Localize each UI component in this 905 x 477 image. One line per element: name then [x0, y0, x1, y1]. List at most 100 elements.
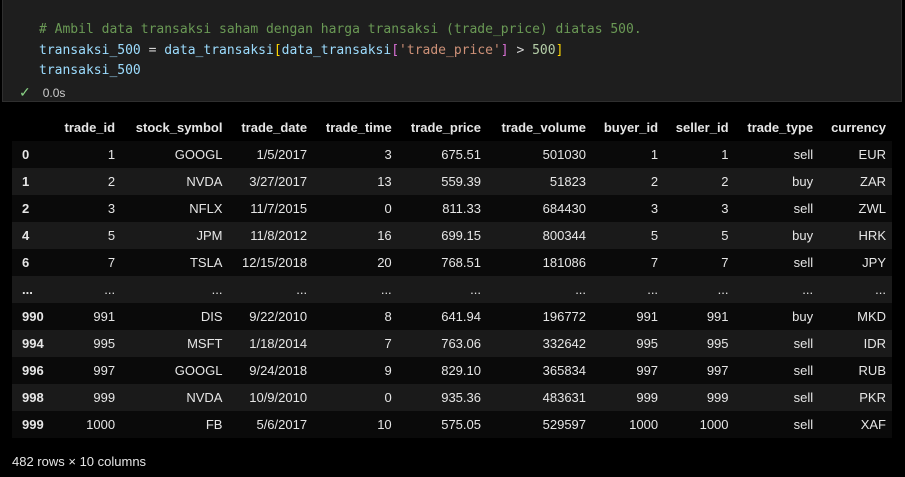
- table-cell: 3: [384, 147, 392, 162]
- table-cell: 5/6/2017: [256, 417, 308, 432]
- code-column-string: 'trade_price': [399, 42, 501, 58]
- table-cell: XAF: [860, 417, 886, 432]
- table-cell: 1/18/2014: [249, 336, 308, 351]
- table-cell: 991: [706, 309, 729, 324]
- table-cell: 11/7/2015: [250, 201, 308, 216]
- index-header: [12, 114, 53, 141]
- table-cell: sell: [793, 336, 814, 351]
- table-cell: buy: [792, 174, 814, 189]
- table-cell: 365834: [542, 363, 587, 378]
- code-editor[interactable]: # Ambil data transaksi saham dengan harg…: [39, 20, 642, 82]
- table-cell: 16: [377, 228, 392, 243]
- table-cell: 9/22/2010: [249, 309, 308, 324]
- table-cell: 935.36: [441, 390, 481, 405]
- code-assign: =: [140, 42, 165, 58]
- table-cell: TSLA: [189, 255, 223, 270]
- table-cell: 995: [706, 336, 729, 351]
- table-cell: sell: [793, 417, 814, 432]
- table-cell: GOOGL: [174, 147, 223, 162]
- table-cell: 2: [721, 174, 729, 189]
- table-cell: 9: [384, 363, 392, 378]
- table-cell: 196772: [542, 309, 587, 324]
- column-header: trade_volume: [501, 120, 587, 135]
- table-cell: 1/5/2017: [256, 147, 308, 162]
- row-index: 996: [22, 363, 44, 378]
- table-cell: 10/9/2010: [249, 390, 308, 405]
- table-cell: ...: [470, 282, 481, 297]
- execution-time: 0.0s: [42, 85, 66, 100]
- column-header: seller_id: [675, 120, 729, 135]
- table-cell: 7: [384, 336, 392, 351]
- table-cell: sell: [793, 147, 814, 162]
- column-header: currency: [831, 120, 886, 135]
- dataframe-table: trade_id stock_symbol trade_date trade_time…: [12, 114, 892, 438]
- table-cell: ...: [647, 282, 659, 297]
- table-cell: PKR: [859, 390, 886, 405]
- code-cell[interactable]: # Ambil data transaksi saham dengan harg…: [2, 0, 902, 102]
- table-cell: RUB: [858, 363, 886, 378]
- table-cell: 997: [93, 363, 116, 378]
- table-cell: 5: [650, 228, 659, 243]
- table-cell: 1: [650, 147, 659, 162]
- table-cell: 575.05: [441, 417, 481, 432]
- code-operator: >: [508, 42, 533, 58]
- table-cell: HRK: [858, 228, 886, 243]
- table-cell: 181086: [542, 255, 587, 270]
- table-cell: 763.06: [441, 336, 481, 351]
- row-index: ...: [22, 282, 33, 297]
- table-cell: 1000: [86, 417, 116, 432]
- table-cell: 7: [721, 255, 729, 270]
- code-dataframe: data_transaksi: [164, 42, 274, 58]
- table-row: 2 3 NFLX 11/7/2015 0 811.33 684430 3 3 sell ZWL: [12, 195, 892, 222]
- table-cell: 5: [721, 228, 729, 243]
- code-output-variable: transaksi_500: [39, 63, 141, 78]
- code-bracket-close: ]: [555, 42, 564, 58]
- row-index: 994: [22, 336, 44, 351]
- column-header: trade_type: [747, 120, 814, 135]
- table-cell: 1: [107, 147, 116, 162]
- table-cell: 0: [384, 390, 392, 405]
- table-cell: 829.10: [441, 363, 481, 378]
- table-cell: EUR: [858, 147, 886, 162]
- table-cell: NVDA: [186, 174, 223, 189]
- table-cell: 9/24/2018: [249, 363, 308, 378]
- column-header: trade_price: [410, 120, 481, 135]
- table-row: 0 1 GOOGL 1/5/2017 3 675.51 501030 1 1 sell EUR: [12, 141, 892, 168]
- row-index: 998: [22, 390, 44, 405]
- table-cell: ...: [104, 282, 116, 297]
- table-row: 998 999 NVDA 10/9/2010 0 935.36 483631 999 999 se…: [12, 384, 892, 411]
- dataframe-shape: 482 rows × 10 columns: [12, 454, 147, 469]
- column-header: trade_time: [325, 120, 392, 135]
- table-cell: IDR: [863, 336, 886, 351]
- table-cell: 1: [721, 147, 729, 162]
- row-index: 0: [22, 147, 30, 162]
- table-cell: sell: [793, 255, 814, 270]
- table-cell: 3/27/2017: [249, 174, 308, 189]
- table-cell: MKD: [857, 309, 886, 324]
- code-bracket-inner: [: [391, 42, 400, 58]
- code-dataframe-inner: data_transaksi: [281, 42, 392, 58]
- table-cell: 559.39: [441, 174, 481, 189]
- table-cell: 2: [650, 174, 659, 189]
- table-cell: 3: [107, 201, 116, 216]
- table-cell: ...: [211, 282, 223, 297]
- table-row: 994 995 MSFT 1/18/2014 7 763.06 332642 995 995 se…: [12, 330, 892, 357]
- column-header: trade_id: [64, 120, 116, 135]
- table-cell: 999: [93, 390, 116, 405]
- table-cell: ...: [380, 282, 392, 297]
- check-icon: ✓: [19, 84, 31, 100]
- table-cell: FB: [205, 417, 223, 432]
- table-cell: 0: [384, 201, 392, 216]
- table-cell: sell: [793, 201, 814, 216]
- table-row: 6 7 TSLA 12/15/2018 20 768.51 181086 7 7 sell JPY: [12, 249, 892, 276]
- table-cell: 13: [377, 174, 392, 189]
- table-cell: 699.15: [441, 228, 481, 243]
- row-index: 2: [22, 201, 30, 216]
- code-bracket: [: [273, 42, 282, 58]
- column-header: trade_date: [241, 120, 308, 135]
- table-cell: 20: [377, 255, 392, 270]
- table-cell: 995: [93, 336, 116, 351]
- table-cell: JPM: [196, 228, 223, 243]
- table-row: .................................: [12, 276, 892, 303]
- table-cell: 51823: [549, 174, 587, 189]
